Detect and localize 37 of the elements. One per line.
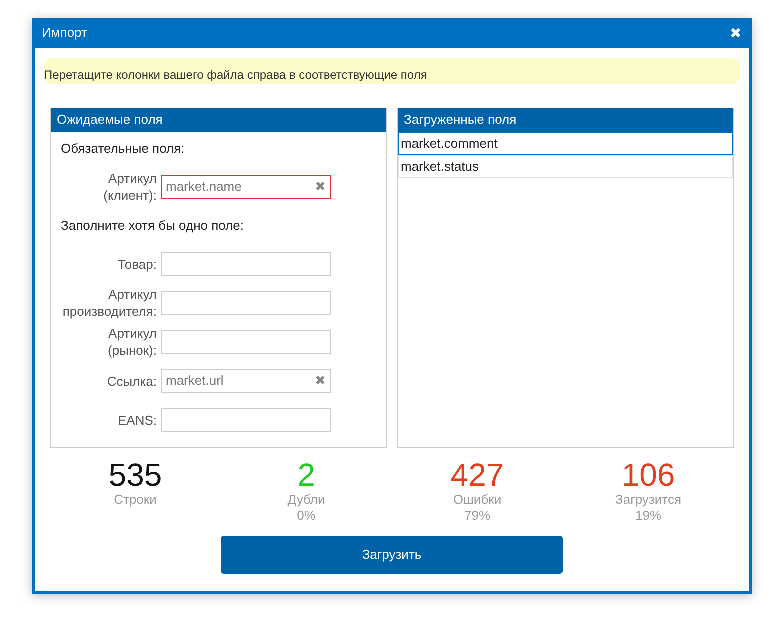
stat-percent: 79%: [463, 508, 492, 524]
field-label: Артикул (рынок):: [107, 325, 157, 359]
panel-header: Загруженные поля: [398, 108, 733, 132]
stat-label: Ошибки: [452, 492, 503, 508]
close-button[interactable]: ✖: [730, 26, 742, 40]
upload-button[interactable]: Загрузить: [221, 536, 563, 574]
field-label: Ссылка:: [106, 372, 157, 390]
hint-banner: Перетащите колонки вашего файла справа в соответствующие поля: [44, 58, 740, 84]
list-item[interactable]: market.comment: [398, 132, 733, 155]
field-value: market.name: [166, 178, 242, 196]
stat-value: 535: [108, 458, 162, 492]
field-label: Артикул производителя:: [62, 286, 157, 320]
input-field[interactable]: [161, 408, 331, 432]
stat-percent: 0%: [296, 508, 317, 524]
input-field[interactable]: market.url ✖: [161, 369, 331, 393]
stat-percent: 19%: [634, 508, 663, 524]
clear-icon[interactable]: ✖: [315, 177, 326, 197]
input-field[interactable]: [161, 291, 331, 315]
list-item[interactable]: market.status: [398, 155, 733, 178]
input-field[interactable]: market.name ✖: [161, 175, 331, 199]
field-label: Товар:: [117, 256, 157, 272]
stat-value: 427: [450, 458, 504, 492]
field-label: EANS:: [116, 412, 157, 428]
field-label: Артикул (клиент):: [102, 170, 157, 204]
input-field[interactable]: [161, 252, 331, 276]
stat-label: Дубли: [286, 492, 326, 508]
field-value: market.url: [166, 372, 224, 390]
clear-icon[interactable]: ✖: [315, 371, 326, 391]
stat-label: Загрузится: [614, 492, 682, 508]
section-title: Заполните хотя бы одно поле:: [60, 217, 246, 235]
window-title: Импорт: [42, 24, 88, 42]
stat-value: 2: [298, 458, 316, 492]
section-title: Обязательные поля:: [60, 140, 186, 158]
input-field[interactable]: [161, 330, 331, 354]
panel-header: Ожидаемые поля: [51, 108, 386, 132]
stat-label: Строки: [113, 492, 158, 508]
stat-value: 106: [622, 458, 676, 492]
